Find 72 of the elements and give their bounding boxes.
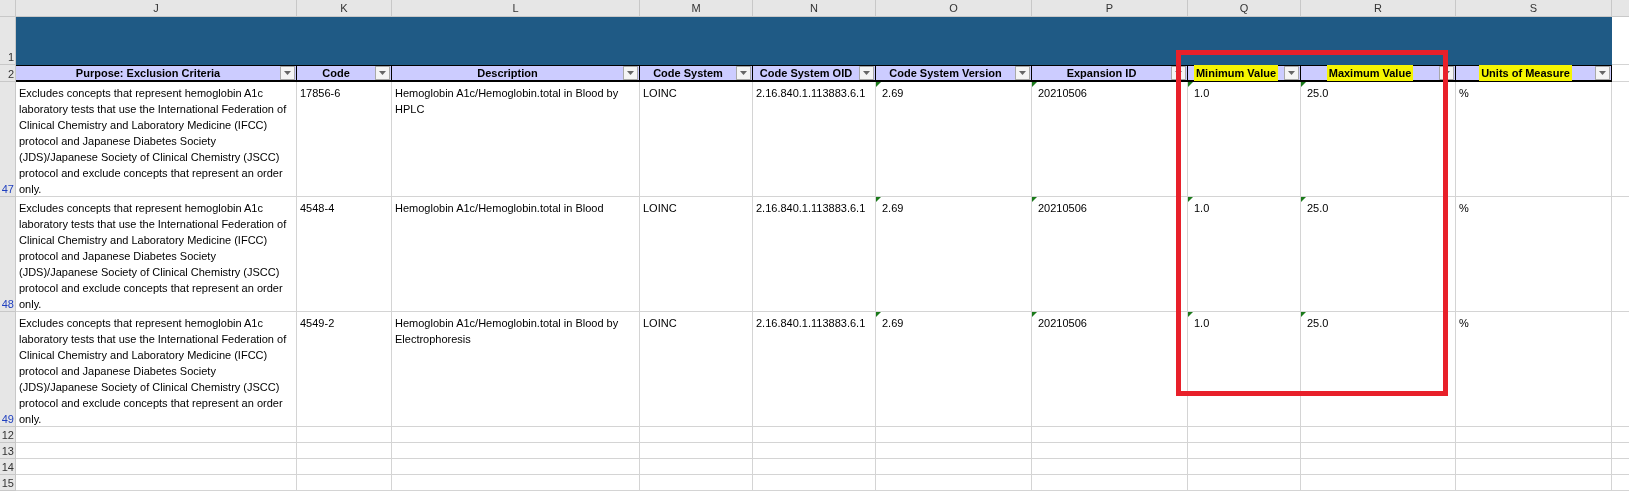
dropdown-arrow-icon: [863, 71, 870, 75]
header-label: Expansion ID: [1065, 65, 1138, 81]
table-cell: Hemoglobin A1c/Hemoglobin.total in Blood by HPLC: [392, 82, 640, 197]
column-header[interactable]: O: [876, 0, 1032, 17]
row-header[interactable]: 1: [0, 17, 16, 65]
filter-button[interactable]: [736, 66, 751, 80]
table-cell: 25.0: [1301, 312, 1456, 427]
table-cell: 1.0: [1188, 197, 1301, 312]
table-cell: 2.16.840.1.113883.6.1: [753, 197, 876, 312]
column-header[interactable]: L: [392, 0, 640, 17]
column-header[interactable]: S: [1456, 0, 1612, 17]
row-header[interactable]: 15: [0, 475, 16, 491]
table-cell: 25.0: [1301, 82, 1456, 197]
column-header[interactable]: N: [753, 0, 876, 17]
dropdown-arrow-icon: [1288, 71, 1295, 75]
table-cell: LOINC: [640, 312, 753, 427]
row-header[interactable]: 14: [0, 459, 16, 475]
dropdown-arrow-icon: [1599, 71, 1606, 75]
row-header[interactable]: 13: [0, 443, 16, 459]
table-cell: %: [1456, 197, 1612, 312]
table-cell: 17856-6: [297, 82, 392, 197]
table-cell: LOINC: [640, 197, 753, 312]
filter-button[interactable]: [280, 66, 295, 80]
table-cell: 2.69: [876, 312, 1032, 427]
filter-button[interactable]: [1284, 66, 1299, 80]
table-cell: 1.0: [1188, 82, 1301, 197]
table-cell: %: [1456, 312, 1612, 427]
filter-button[interactable]: [623, 66, 638, 80]
row-header[interactable]: 47: [0, 82, 16, 197]
table-cell: 2.69: [876, 197, 1032, 312]
dropdown-arrow-icon: [379, 71, 386, 75]
table-cell: 2.16.840.1.113883.6.1: [753, 312, 876, 427]
table-cell: Hemoglobin A1c/Hemoglobin.total in Blood: [392, 197, 640, 312]
filter-button[interactable]: [375, 66, 390, 80]
dropdown-arrow-icon: [284, 71, 291, 75]
table-cell: 20210506: [1032, 312, 1188, 427]
header-label: Code System Version: [888, 65, 1003, 81]
row-header[interactable]: 49: [0, 312, 16, 427]
table-cell: 20210506: [1032, 82, 1188, 197]
table-cell: 4548-4: [297, 197, 392, 312]
dropdown-arrow-icon: [1019, 71, 1026, 75]
column-header[interactable]: P: [1032, 0, 1188, 17]
table-cell: 4549-2: [297, 312, 392, 427]
column-header[interactable]: R: [1301, 0, 1456, 17]
row-header[interactable]: 2: [0, 65, 16, 82]
table-cell: 1.0: [1188, 312, 1301, 427]
filter-button[interactable]: [1015, 66, 1030, 80]
table-cell: LOINC: [640, 82, 753, 197]
filter-button[interactable]: [1595, 66, 1610, 80]
row-header[interactable]: 12: [0, 427, 16, 443]
table-cell: Excludes concepts that represent hemoglobin A1c laboratory tests that use the International Federation of Clinical Chemistry and Laboratory Medicine (IFCC) protocol and Japanese Diabetes Society (JDS)/Japanese Society of Clinical Chemistry (JSCC) protocol and exclude concepts that represent an order only.: [16, 312, 297, 427]
table-cell: Excludes concepts that represent hemoglobin A1c laboratory tests that use the International Federation of Clinical Chemistry and Laboratory Medicine (IFCC) protocol and Japanese Diabetes Society (JDS)/Japanese Society of Clinical Chemistry (JSCC) protocol and exclude concepts that represent an order only.: [16, 82, 297, 197]
header-label: Purpose: Exclusion Criteria: [74, 65, 222, 81]
table-cell: Hemoglobin A1c/Hemoglobin.total in Blood by Electrophoresis: [392, 312, 640, 427]
table-cell: 25.0: [1301, 197, 1456, 312]
table-cell: 2.16.840.1.113883.6.1: [753, 82, 876, 197]
table-cell: 20210506: [1032, 197, 1188, 312]
header-label: Code: [321, 65, 351, 81]
column-header[interactable]: Q: [1188, 0, 1301, 17]
header-label: Code System: [652, 65, 724, 81]
table-cell: Excludes concepts that represent hemoglobin A1c laboratory tests that use the International Federation of Clinical Chemistry and Laboratory Medicine (IFCC) protocol and Japanese Diabetes Society (JDS)/Japanese Society of Clinical Chemistry (JSCC) protocol and exclude concepts that represent an order only.: [16, 197, 297, 312]
header-label: Code System OID: [758, 65, 854, 81]
table-cell: 2.69: [876, 82, 1032, 197]
column-header[interactable]: M: [640, 0, 753, 17]
filter-button[interactable]: [859, 66, 874, 80]
dropdown-arrow-icon: [627, 71, 634, 75]
table-cell: %: [1456, 82, 1612, 197]
column-header[interactable]: K: [297, 0, 392, 17]
dropdown-arrow-icon: [740, 71, 747, 75]
row-header[interactable]: 48: [0, 197, 16, 312]
header-label: Description: [476, 65, 539, 81]
column-header[interactable]: J: [16, 0, 297, 17]
